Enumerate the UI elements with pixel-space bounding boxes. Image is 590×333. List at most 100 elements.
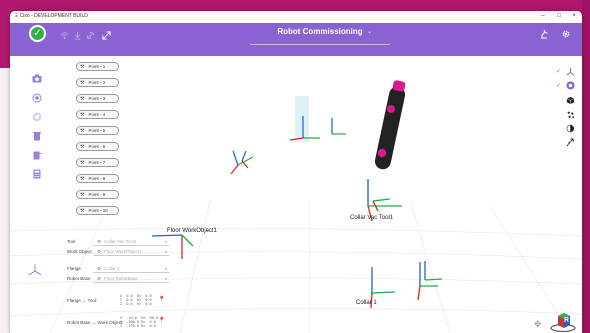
camera-icon[interactable] (32, 74, 42, 84)
robot-point-icon: ⚒ (80, 176, 85, 182)
expand-icon[interactable] (102, 31, 111, 42)
record-icon[interactable] (32, 112, 42, 122)
app-window: Ξ Cixo - DEVELOPMENT BUILD – □ × ✓ Robot… (10, 11, 582, 333)
check-icon: ✓ (556, 69, 562, 75)
robot-base-row: Robot Base ⚙ Floor RobotBase ▾ (67, 276, 177, 284)
frame-collar-1 (370, 261, 443, 309)
close-button[interactable]: × (569, 12, 579, 21)
move-icon[interactable]: ✥ (534, 319, 542, 330)
axis-gizmo (28, 264, 42, 276)
status-ok-icon[interactable]: ✓ (29, 25, 46, 42)
point-label: Point - 2 (88, 80, 106, 85)
robot-point-icon: ⚒ (80, 96, 85, 102)
caret-down-icon: ▾ (164, 266, 167, 271)
point-label: Point - 4 (88, 112, 106, 117)
work-object-select-value: Floor WorkObject1 (104, 249, 142, 254)
robot-base-field-icon: ⚙ (97, 276, 102, 281)
chevron-down-icon[interactable]: ⌄ (367, 28, 372, 35)
target-icon[interactable] (32, 93, 42, 103)
point-label: Point - 5 (88, 128, 106, 133)
flange-row: Flange ⚙ Collar 1 ▾ (67, 266, 177, 274)
maximize-button[interactable]: □ (554, 12, 564, 21)
delete-list-icon[interactable] (32, 150, 42, 160)
flange-field-icon: ⚙ (97, 266, 102, 271)
tool-row: Tool ⚙ Collar Vac Tool1 ▾ (67, 239, 177, 247)
work-object-label: Work Object (67, 249, 92, 254)
minimize-button[interactable]: – (538, 12, 548, 21)
app-title-underline (250, 44, 390, 45)
robot-arm-icon[interactable] (539, 29, 549, 42)
point-button[interactable]: ⚒ Point - 10 (76, 206, 119, 215)
robot-base-work-object-matrix: X -10.0 Rx 90.0 Y -400.0 Ry 0.0 Z -170.0… (120, 316, 158, 328)
download-icon[interactable] (73, 31, 82, 42)
point-button[interactable]: ⚒ Point - 1 (76, 62, 119, 71)
flange-tool-label: Flange → Tool: (67, 298, 98, 303)
caret-down-icon: ▾ (164, 276, 167, 281)
wifi-icon[interactable] (60, 31, 69, 42)
robot-point-icon: ⚒ (80, 112, 85, 118)
desktop-right-strip (582, 0, 590, 333)
robot-base-label: Robot Base (67, 276, 91, 281)
tool-label: Tool (67, 239, 76, 244)
pin-icon[interactable]: 📍 (158, 317, 165, 324)
point-button[interactable]: ⚒ Point - 8 (76, 174, 119, 183)
flange-label: Flange (67, 266, 81, 271)
window-title: Ξ Cixo - DEVELOPMENT BUILD (15, 13, 88, 19)
point-label: Point - 9 (88, 192, 106, 197)
main-toolbar: ✓ Robot Commissioning ⌄ (10, 23, 582, 56)
tool-icon[interactable] (565, 81, 575, 90)
point-button[interactable]: ⚒ Point - 3 (76, 94, 119, 103)
robot-base-work-object-label: Robot Base → Work Object: (67, 320, 124, 325)
points-icon[interactable] (565, 110, 575, 119)
robot-point-icon: ⚒ (80, 160, 85, 166)
navigation-cube[interactable]: R (550, 312, 576, 333)
point-label: Point - 3 (88, 96, 106, 101)
point-button[interactable]: ⚒ Point - 5 (76, 126, 119, 135)
path-icon[interactable] (565, 138, 575, 147)
flange-select-value: Collar 1 (104, 266, 120, 271)
trash-icon[interactable] (32, 131, 42, 141)
robot-point-icon: ⚒ (80, 192, 85, 198)
title-bar: Ξ Cixo - DEVELOPMENT BUILD – □ × (10, 11, 582, 23)
work-object-row: Work Object ⚙ Floor WorkObject1 ▾ (67, 249, 177, 257)
tool-select-value: Collar Vac Tool1 (104, 239, 137, 244)
pin-icon[interactable]: 📍 (158, 296, 165, 303)
link-icon[interactable] (86, 31, 95, 42)
work-object-field-icon: ⚙ (97, 249, 102, 254)
robot-point-icon: ⚒ (80, 144, 85, 150)
caret-down-icon: ▾ (164, 239, 167, 244)
point-label: Point - 7 (88, 160, 106, 165)
label-floor-workobject: Floor WorkObject1 (167, 228, 217, 234)
collar-vac-tool-model (374, 80, 406, 170)
work-object-select[interactable]: ⚙ Floor WorkObject1 ▾ (93, 249, 169, 256)
point-button[interactable]: ⚒ Point - 9 (76, 190, 119, 199)
axes-icon[interactable] (565, 67, 575, 76)
cube-icon[interactable] (565, 96, 575, 105)
robot-base-select-value: Floor RobotBase (104, 276, 138, 281)
3d-viewport[interactable]: Floor WorkObject1 Collar Vac Tool1 Colla… (10, 56, 582, 333)
nav-cube-face-label: R (564, 317, 570, 324)
point-button[interactable]: ⚒ Point - 6 (76, 142, 119, 151)
flange-tool-matrix: X 0.0 Rx 0.0 Y 0.0 Ry 0.0 Z 0.0 Rz 0.0 (120, 294, 152, 306)
flange-select[interactable]: ⚙ Collar 1 ▾ (93, 266, 169, 273)
settings-icon[interactable] (561, 29, 571, 42)
check-icon: ✓ (556, 83, 562, 89)
label-collar-vac-tool: Collar Vac Tool1 (350, 215, 394, 221)
point-label: Point - 1 (88, 64, 106, 69)
tool-field-icon: ⚙ (97, 239, 102, 244)
robot-base-select[interactable]: ⚙ Floor RobotBase ▾ (93, 276, 169, 283)
robot-point-icon: ⚒ (80, 208, 85, 214)
tool-select[interactable]: ⚙ Collar Vac Tool1 ▾ (93, 239, 169, 246)
point-label: Point - 6 (88, 144, 106, 149)
point-button[interactable]: ⚒ Point - 4 (76, 110, 119, 119)
calculator-icon[interactable] (32, 169, 42, 179)
robot-point-icon: ⚒ (80, 128, 85, 134)
point-button[interactable]: ⚒ Point - 7 (76, 158, 119, 167)
robot-point-icon: ⚒ (80, 80, 85, 86)
point-button[interactable]: ⚒ Point - 2 (76, 78, 119, 87)
point-label: Point - 10 (88, 208, 108, 213)
label-collar: Collar 1 (356, 300, 377, 306)
frame-tool-ghost (289, 96, 346, 142)
caret-down-icon: ▾ (164, 249, 167, 254)
sphere-icon[interactable] (565, 124, 575, 133)
